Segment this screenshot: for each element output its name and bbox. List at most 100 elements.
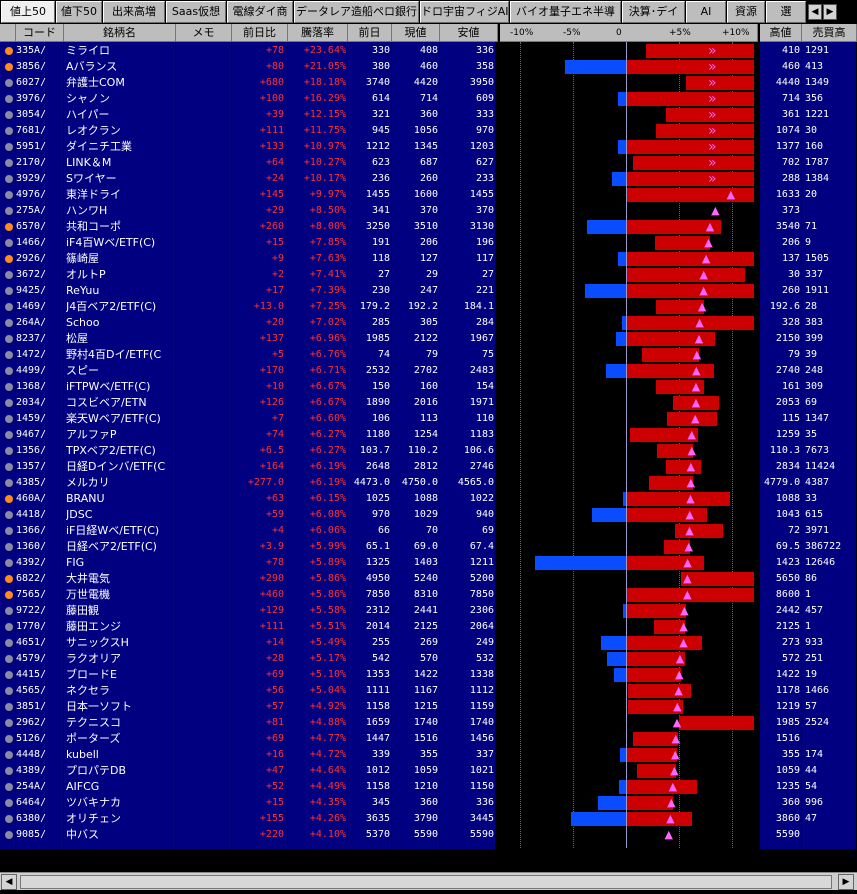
volume: 160 — [805, 141, 824, 152]
high-price: 1422 — [775, 669, 800, 680]
table-row[interactable]: 1466/iF4百Wベ/ETF(C) +15 +7.85% 191 206 196 206 9 — [0, 235, 857, 251]
tab-0[interactable]: 値上50 — [1, 1, 55, 23]
limit-up-marker-icon: » — [708, 43, 717, 59]
tab-scroll-right-icon[interactable]: ▶ — [823, 4, 837, 20]
limit-up-marker-icon: » — [708, 139, 717, 155]
table-row[interactable]: 8237/松屋 +137 +6.96% 1985 2122 1967 2150 399 — [0, 331, 857, 347]
stock-code: 3851/ — [16, 701, 47, 712]
table-row[interactable]: 1770/藤田エンジ +111 +5.51% 2014 2125 2064 2125 1 — [0, 619, 857, 635]
table-row[interactable]: 1459/楽天Wベア/ETF(C) +7 +6.60% 106 113 110 115 134… — [0, 411, 857, 427]
prev-close: 1455 — [365, 189, 390, 200]
tab-9[interactable]: AI — [686, 1, 726, 23]
table-row[interactable]: 1472/野村4百Dイ/ETF(C +5 +6.76% 74 79 75 79 39 — [0, 347, 857, 363]
range-bar-down — [586, 220, 626, 234]
table-row[interactable]: 1469/J4百ベア2/ETF(C) +13.0 +7.25% 179.2 192.2 1… — [0, 299, 857, 315]
current-price: 1345 — [413, 141, 438, 152]
table-row[interactable]: 4415/ブロードE +69 +5.10% 1353 1422 1338 1422 19 — [0, 667, 857, 683]
table-row[interactable]: 6570/共和コーポ +260 +8.00% 3250 3510 3130 3540 71 — [0, 219, 857, 235]
table-row[interactable]: 4392/FIG +78 +5.89% 1325 1403 1211 1423 12646 — [0, 555, 857, 571]
scroll-thumb[interactable] — [20, 875, 832, 889]
table-row[interactable]: 6464/ツバキナカ +15 +4.35% 345 360 336 360 996 — [0, 795, 857, 811]
table-row[interactable]: 1368/iFTPWベ/ETF(C) +10 +6.67% 150 160 154 161 3… — [0, 379, 857, 395]
current-price-marker-icon: ▲ — [704, 236, 713, 249]
tab-2[interactable]: 出来高増 — [103, 1, 165, 23]
change-rate: +4.64% — [309, 765, 346, 776]
low-price: 1455 — [469, 189, 494, 200]
table-row[interactable]: 9085/中バス +220 +4.10% 5370 5590 5590 5590 — [0, 827, 857, 843]
range-bar-down — [598, 796, 626, 810]
stock-code: 7565/ — [16, 589, 47, 600]
table-row[interactable]: 1366/iF日経Wベ/ETF(C) +4 +6.06% 66 70 69 72 3971 — [0, 523, 857, 539]
table-row[interactable]: 6380/オリチェン +155 +4.26% 3635 3790 3445 3860 47 — [0, 811, 857, 827]
table-row[interactable]: 3851/日本一ソフト +57 +4.92% 1158 1215 1159 1219 57 — [0, 699, 857, 715]
low-price: 2746 — [469, 461, 494, 472]
current-price-marker-icon: ▲ — [685, 524, 694, 537]
table-row[interactable]: 4448/kubell +16 +4.72% 339 355 337 355 174 — [0, 747, 857, 763]
tab-7[interactable]: バイオ量子エネ半導 — [510, 1, 621, 23]
tab-8[interactable]: 決算･デイ — [622, 1, 685, 23]
status-dot-icon — [5, 703, 13, 711]
tab-10[interactable]: 資源 — [727, 1, 765, 23]
low-price: 69 — [481, 525, 494, 536]
high-price: 2150 — [775, 333, 800, 344]
column-header-memo[interactable]: メモ — [176, 24, 232, 42]
horizontal-scrollbar[interactable]: ◀ ▶ — [0, 872, 857, 890]
tab-3[interactable]: Saas仮想 — [166, 1, 226, 23]
stock-name: JDSC — [66, 508, 93, 521]
current-price-marker-icon: ▲ — [686, 492, 695, 505]
status-dot-icon — [5, 239, 13, 247]
column-header-prev[interactable]: 前日 — [348, 24, 392, 42]
tab-1[interactable]: 値下50 — [56, 1, 102, 23]
change-rate: +6.67% — [309, 381, 346, 392]
column-header-high[interactable]: 高値 — [760, 24, 802, 42]
column-header-change[interactable]: 前日比 — [232, 24, 288, 42]
table-row[interactable]: 4499/スピー +170 +6.71% 2532 2702 2483 2740 248 — [0, 363, 857, 379]
column-header-rate[interactable]: 騰落率 — [288, 24, 348, 42]
high-price: 355 — [781, 749, 800, 760]
table-row[interactable]: 5126/ポーターズ +69 +4.77% 1447 1516 1456 1516 — [0, 731, 857, 747]
table-row[interactable]: 254A/AIFCG +52 +4.49% 1158 1210 1150 1235 54 — [0, 779, 857, 795]
stock-code: 1472/ — [16, 349, 47, 360]
low-price: 1183 — [469, 429, 494, 440]
table-row[interactable]: 4418/JDSC +59 +6.08% 970 1029 940 1043 615 — [0, 507, 857, 523]
volume: 1349 — [805, 77, 830, 88]
low-price: 337 — [475, 749, 494, 760]
table-row[interactable]: 4385/メルカリ +277.0 +6.19% 4473.0 4750.0 4565.0 4… — [0, 475, 857, 491]
table-row[interactable]: 9722/藤田観 +129 +5.58% 2312 2441 2306 2442 457 — [0, 603, 857, 619]
prev-close: 1659 — [365, 717, 390, 728]
scroll-left-button[interactable]: ◀ — [1, 874, 17, 890]
table-row[interactable]: 1360/日経ベア2/ETF(C) +3.9 +5.99% 65.1 69.0 67.4 6… — [0, 539, 857, 555]
table-row[interactable]: 4651/サニックスH +14 +5.49% 255 269 249 273 933 — [0, 635, 857, 651]
column-header-volume[interactable]: 売買高 — [802, 24, 857, 42]
column-header-code[interactable]: コード — [16, 24, 64, 42]
current-price: 2016 — [413, 397, 438, 408]
range-bar-up — [681, 572, 755, 586]
range-bar-up — [627, 556, 705, 570]
table-row[interactable]: 275A/ハンワH +29 +8.50% 341 370 370 373 — [0, 203, 857, 219]
table-row[interactable]: 4389/プロパテDB +47 +4.64% 1012 1059 1021 1059 44 — [0, 763, 857, 779]
low-price: 1150 — [469, 781, 494, 792]
tab-4[interactable]: 電線ダイ商 — [227, 1, 293, 23]
column-header-current[interactable]: 現値 — [392, 24, 440, 42]
scroll-right-button[interactable]: ▶ — [838, 874, 854, 890]
tab-scroll-left-icon[interactable]: ◀ — [808, 4, 822, 20]
table-row[interactable]: 4565/ネクセラ +56 +5.04% 1111 1167 1112 1178 1466 — [0, 683, 857, 699]
low-price: 2064 — [469, 621, 494, 632]
table-row[interactable]: 9467/アルファP +74 +6.27% 1180 1254 1183 1259 35 — [0, 427, 857, 443]
table-row[interactable]: 2034/コスビベア/ETN +126 +6.67% 1890 2016 1971 2053… — [0, 395, 857, 411]
current-price: 1516 — [413, 733, 438, 744]
high-price: 8600 — [775, 589, 800, 600]
change-rate: +6.27% — [309, 445, 346, 456]
table-row[interactable]: 1357/日経Dインバ/ETF(C +164 +6.19% 2648 2812 2746 2… — [0, 459, 857, 475]
column-header-low[interactable]: 安値 — [440, 24, 498, 42]
table-row[interactable]: 1356/TPXベア2/ETF(C) +6.5 +6.27% 103.7 110.2 10… — [0, 443, 857, 459]
table-row[interactable]: 4579/ラクオリア +28 +5.17% 542 570 532 572 251 — [0, 651, 857, 667]
tab-5[interactable]: データレア造船ペロ銀行 — [294, 1, 419, 23]
prev-close: 65.1 — [365, 541, 390, 552]
alert-dot-icon — [5, 591, 13, 599]
tab-11[interactable]: 選 — [766, 1, 806, 23]
volume: 248 — [805, 365, 824, 376]
column-header-name[interactable]: 銘柄名 — [64, 24, 176, 42]
tab-6[interactable]: ドロ宇宙フィジAI — [420, 1, 509, 23]
change-rate: +6.15% — [309, 493, 346, 504]
